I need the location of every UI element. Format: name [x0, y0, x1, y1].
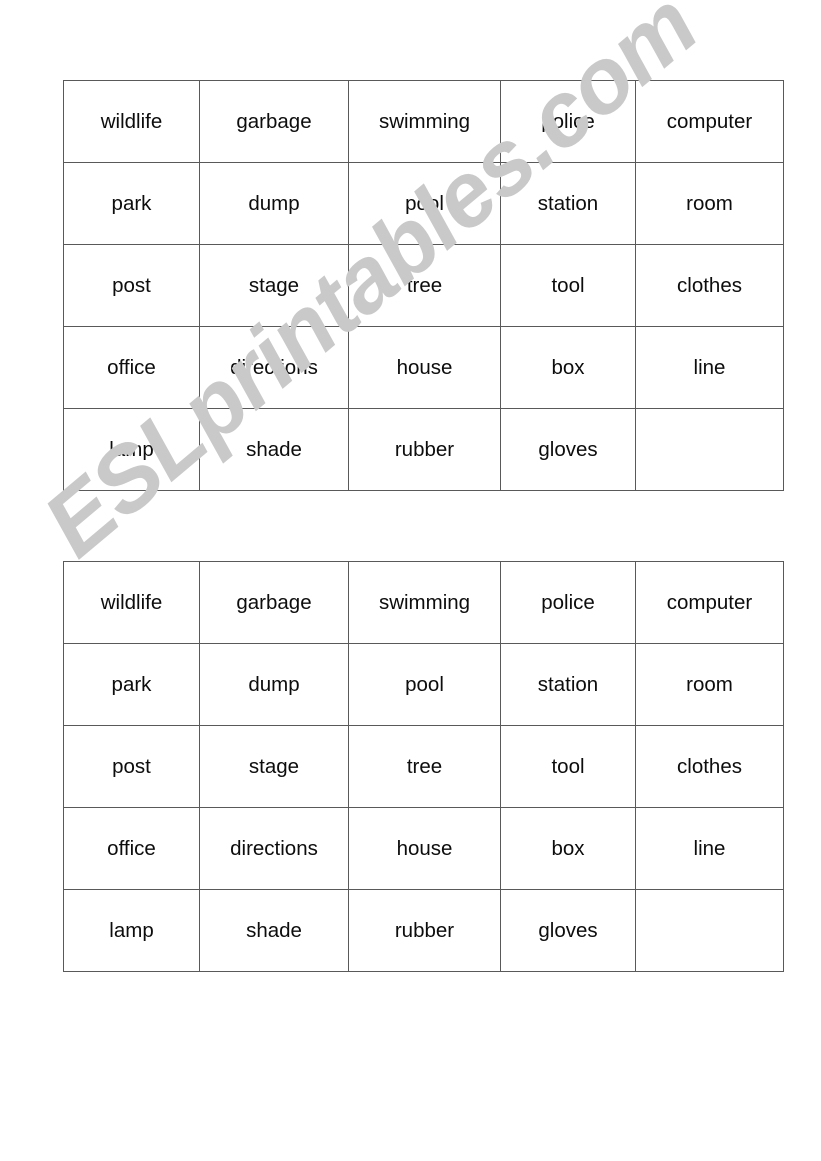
bingo-cell[interactable]: lamp: [63, 408, 200, 491]
bingo-cell[interactable]: station: [500, 643, 636, 726]
bingo-cell[interactable]: shade: [199, 889, 349, 972]
bingo-cell[interactable]: room: [635, 162, 784, 245]
bingo-cell[interactable]: garbage: [199, 80, 349, 163]
bingo-card-2: wildlife garbage swimming police compute…: [63, 561, 784, 972]
bingo-cell[interactable]: directions: [199, 807, 349, 890]
worksheet-page: wildlife garbage swimming police compute…: [0, 0, 821, 1161]
bingo-cell[interactable]: police: [500, 80, 636, 163]
bingo-cell[interactable]: clothes: [635, 725, 784, 808]
table-row: wildlife garbage swimming police compute…: [63, 80, 784, 163]
table-row: post stage tree tool clothes: [63, 244, 784, 327]
bingo-cell[interactable]: room: [635, 643, 784, 726]
bingo-cell[interactable]: pool: [348, 162, 501, 245]
bingo-cell[interactable]: park: [63, 643, 200, 726]
table-row: lamp shade rubber gloves: [63, 408, 784, 491]
bingo-cell[interactable]: park: [63, 162, 200, 245]
bingo-cell[interactable]: line: [635, 807, 784, 890]
bingo-cell[interactable]: dump: [199, 643, 349, 726]
bingo-cell[interactable]: wildlife: [63, 80, 200, 163]
bingo-cell[interactable]: directions: [199, 326, 349, 409]
bingo-cell[interactable]: tool: [500, 725, 636, 808]
bingo-cell[interactable]: gloves: [500, 408, 636, 491]
bingo-cell[interactable]: clothes: [635, 244, 784, 327]
bingo-cell[interactable]: tree: [348, 725, 501, 808]
bingo-cell[interactable]: station: [500, 162, 636, 245]
bingo-cell[interactable]: rubber: [348, 889, 501, 972]
bingo-cell[interactable]: box: [500, 807, 636, 890]
bingo-cell[interactable]: house: [348, 807, 501, 890]
bingo-card-2-body: wildlife garbage swimming police compute…: [63, 561, 784, 972]
table-row: park dump pool station room: [63, 643, 784, 726]
bingo-cell[interactable]: pool: [348, 643, 501, 726]
bingo-cell[interactable]: dump: [199, 162, 349, 245]
bingo-cell[interactable]: garbage: [199, 561, 349, 644]
bingo-cell[interactable]: tree: [348, 244, 501, 327]
table-row: post stage tree tool clothes: [63, 725, 784, 808]
bingo-cell[interactable]: post: [63, 244, 200, 327]
bingo-card-1: wildlife garbage swimming police compute…: [63, 80, 784, 491]
bingo-cell[interactable]: rubber: [348, 408, 501, 491]
bingo-cell[interactable]: office: [63, 326, 200, 409]
bingo-cell[interactable]: stage: [199, 725, 349, 808]
table-row: office directions house box line: [63, 326, 784, 409]
bingo-cell[interactable]: swimming: [348, 80, 501, 163]
bingo-cell[interactable]: stage: [199, 244, 349, 327]
bingo-cell-empty[interactable]: [635, 408, 784, 491]
bingo-cell[interactable]: office: [63, 807, 200, 890]
bingo-cell[interactable]: tool: [500, 244, 636, 327]
table-row: wildlife garbage swimming police compute…: [63, 561, 784, 644]
bingo-cell[interactable]: swimming: [348, 561, 501, 644]
bingo-card-1-body: wildlife garbage swimming police compute…: [63, 80, 784, 491]
table-row: lamp shade rubber gloves: [63, 889, 784, 972]
table-row: park dump pool station room: [63, 162, 784, 245]
bingo-cell[interactable]: post: [63, 725, 200, 808]
bingo-cell[interactable]: gloves: [500, 889, 636, 972]
bingo-cell[interactable]: shade: [199, 408, 349, 491]
bingo-cell[interactable]: police: [500, 561, 636, 644]
bingo-cell-empty[interactable]: [635, 889, 784, 972]
bingo-cell[interactable]: house: [348, 326, 501, 409]
bingo-cell[interactable]: line: [635, 326, 784, 409]
bingo-cell[interactable]: computer: [635, 80, 784, 163]
bingo-cell[interactable]: wildlife: [63, 561, 200, 644]
bingo-cell[interactable]: box: [500, 326, 636, 409]
bingo-cell[interactable]: computer: [635, 561, 784, 644]
table-row: office directions house box line: [63, 807, 784, 890]
bingo-cell[interactable]: lamp: [63, 889, 200, 972]
